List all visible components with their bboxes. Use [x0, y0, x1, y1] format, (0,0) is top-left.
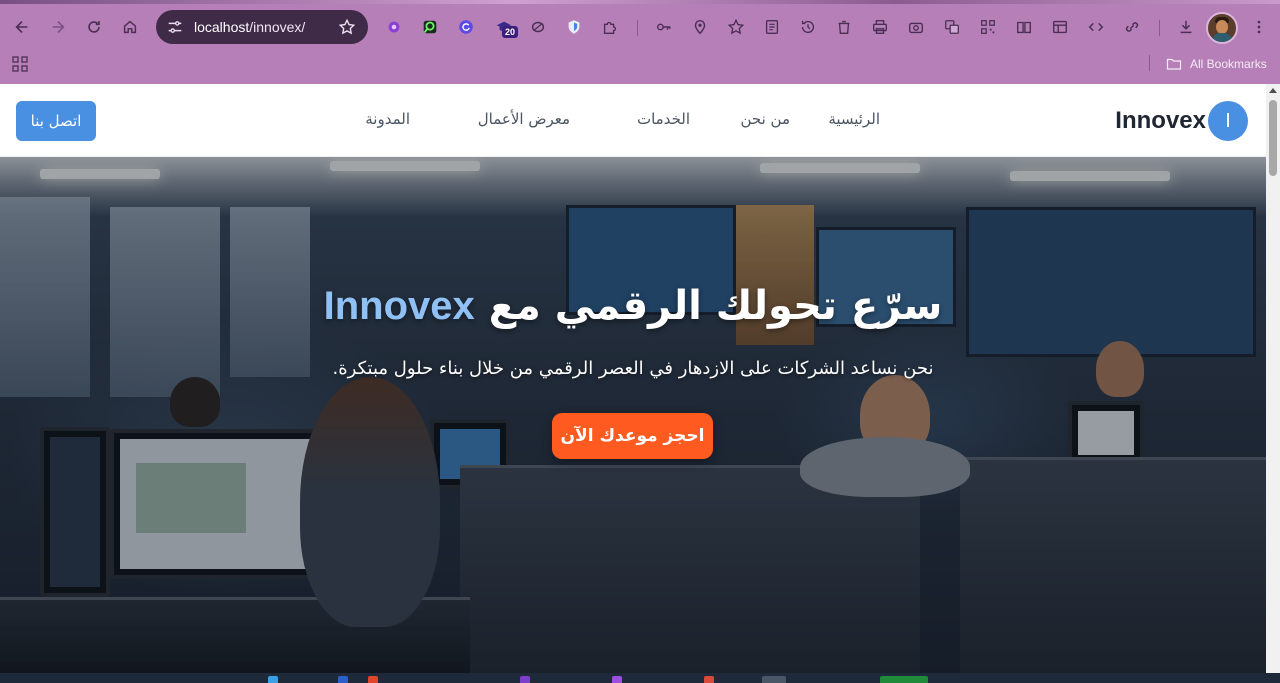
- address-bar[interactable]: localhost/innovex/: [156, 10, 368, 44]
- tab-strip-edge: [0, 0, 1280, 4]
- url-host: localhost: [194, 19, 250, 35]
- link-icon[interactable]: [1121, 16, 1143, 38]
- hero-section: سرّع تحولك الرقمي مع Innovex نحن نساعد ا…: [0, 157, 1266, 673]
- bookmarks-bar: All Bookmarks: [0, 50, 1280, 78]
- page-scrollbar[interactable]: [1266, 84, 1280, 673]
- nav-link-services[interactable]: الخدمات: [637, 110, 690, 128]
- apps-grid-icon[interactable]: [12, 56, 28, 72]
- nav-link-portfolio[interactable]: معرض الأعمال: [478, 110, 570, 128]
- avatar-face: [1216, 20, 1228, 34]
- taskbar-app-icon[interactable]: [880, 676, 928, 683]
- key-icon[interactable]: [653, 16, 675, 38]
- url-path: /innovex/: [249, 19, 306, 35]
- contact-us-button[interactable]: اتصل بنا: [16, 101, 96, 141]
- print-icon[interactable]: [869, 16, 891, 38]
- qr-code-icon[interactable]: [977, 16, 999, 38]
- profile-avatar[interactable]: [1206, 12, 1238, 44]
- tune-icon[interactable]: [166, 18, 184, 36]
- notes-icon[interactable]: [761, 16, 783, 38]
- all-bookmarks-label: All Bookmarks: [1190, 57, 1267, 71]
- taskbar-app-icon[interactable]: [338, 676, 348, 683]
- arrow-left-icon[interactable]: [9, 14, 35, 40]
- home-icon[interactable]: [117, 14, 143, 40]
- avatar-body: [1212, 33, 1232, 42]
- bookmarks-separator: [1149, 55, 1150, 71]
- browser-toolbar: localhost/innovex/ 20: [0, 8, 1280, 46]
- page-viewport: Innovex I الرئيسية من نحن الخدمات معرض ا…: [0, 84, 1280, 673]
- folder-icon: [1166, 58, 1182, 70]
- extension-leaf-icon[interactable]: [527, 16, 549, 38]
- history-icon[interactable]: [797, 16, 819, 38]
- taskbar-app-icon[interactable]: [762, 676, 786, 683]
- extensions-puzzle-icon[interactable]: [599, 16, 621, 38]
- scroll-up-arrow-icon[interactable]: [1269, 88, 1277, 93]
- taskbar-app-icon[interactable]: [612, 676, 622, 683]
- brand-initial-badge: I: [1208, 101, 1248, 141]
- taskbar-app-icon[interactable]: [704, 676, 714, 683]
- star-outline-icon[interactable]: [725, 16, 747, 38]
- toolbar-separator: [1159, 20, 1160, 36]
- reading-mode-icon[interactable]: [1013, 16, 1035, 38]
- star-icon[interactable]: [338, 18, 356, 36]
- download-icon[interactable]: [1175, 16, 1197, 38]
- translate-icon[interactable]: [941, 16, 963, 38]
- hero-title-text: سرّع تحولك الرقمي مع: [488, 283, 943, 329]
- extension-shield-icon[interactable]: [563, 16, 585, 38]
- os-taskbar: [0, 673, 1280, 683]
- url-text: localhost/innovex/: [194, 19, 305, 35]
- scrollbar-thumb[interactable]: [1269, 100, 1277, 176]
- all-bookmarks-button[interactable]: All Bookmarks: [1166, 54, 1267, 74]
- extension-refresh-icon[interactable]: [455, 16, 477, 38]
- browser-chrome: localhost/innovex/ 20 All Bookmarks: [0, 0, 1280, 84]
- reload-icon[interactable]: [81, 14, 107, 40]
- site-logo[interactable]: Innovex I: [1115, 101, 1248, 141]
- nav-link-about[interactable]: من نحن: [741, 110, 791, 128]
- screenshot-icon[interactable]: [905, 16, 927, 38]
- brand-name: Innovex: [1115, 107, 1206, 134]
- extension-gear-icon[interactable]: [383, 16, 405, 38]
- extension-graduation-icon[interactable]: 20: [493, 16, 518, 38]
- taskbar-app-icon[interactable]: [368, 676, 378, 683]
- taskbar-app-icon[interactable]: [268, 676, 278, 683]
- layout-icon[interactable]: [1049, 16, 1071, 38]
- location-pin-icon[interactable]: [689, 16, 711, 38]
- arrow-right-icon[interactable]: [45, 14, 71, 40]
- hero-title: سرّع تحولك الرقمي مع Innovex: [0, 283, 1266, 329]
- extension-badge: 20: [502, 26, 518, 38]
- kebab-menu-icon[interactable]: [1248, 16, 1270, 38]
- extension-magnifier-icon[interactable]: [419, 16, 441, 38]
- code-icon[interactable]: [1085, 16, 1107, 38]
- trash-icon[interactable]: [833, 16, 855, 38]
- site-navbar: Innovex I الرئيسية من نحن الخدمات معرض ا…: [0, 84, 1266, 157]
- hero-subtitle: نحن نساعد الشركات على الازدهار في العصر …: [332, 358, 934, 379]
- nav-link-blog[interactable]: المدونة: [365, 110, 410, 128]
- book-appointment-button[interactable]: احجز موعدك الآن: [552, 413, 713, 459]
- hero-title-brand: Innovex: [323, 284, 475, 328]
- taskbar-app-icon[interactable]: [520, 676, 530, 683]
- toolbar-separator: [637, 20, 638, 36]
- nav-link-home[interactable]: الرئيسية: [828, 110, 880, 128]
